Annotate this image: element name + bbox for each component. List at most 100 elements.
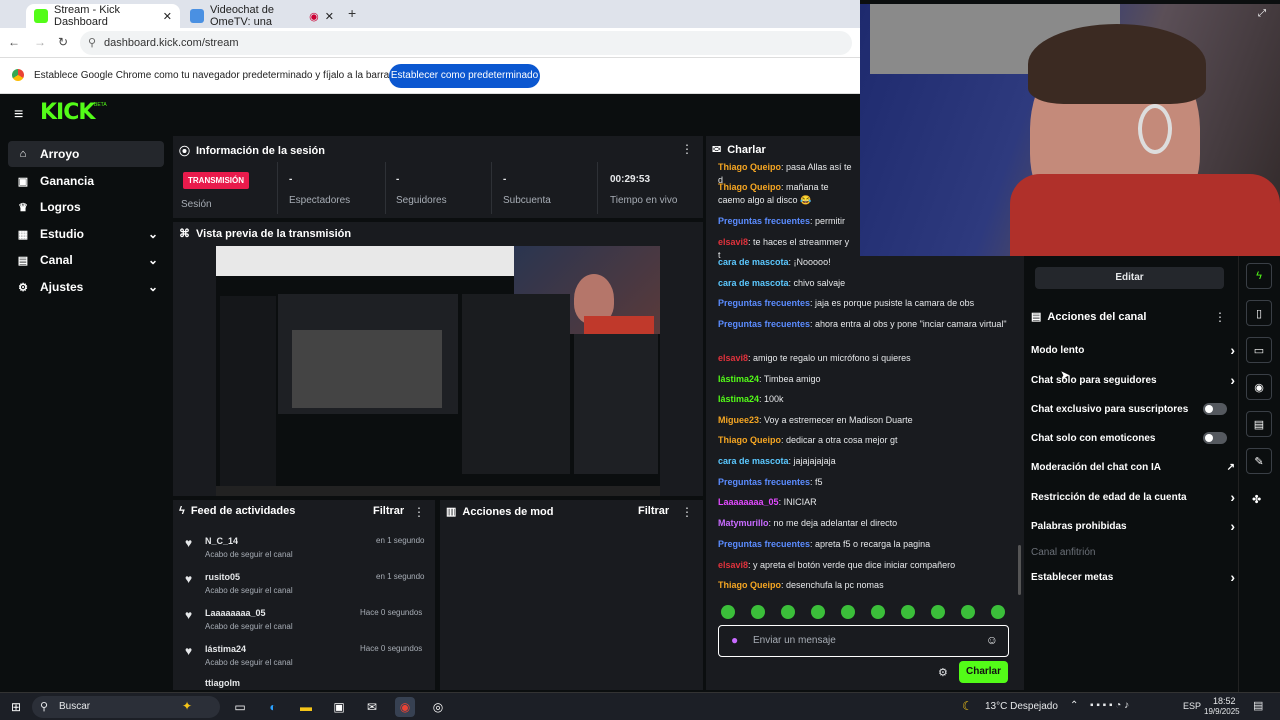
- site-info-icon[interactable]: ⚲: [88, 31, 96, 55]
- emoji-icon[interactable]: ☺: [986, 633, 998, 647]
- layout-rail-icon[interactable]: ▤: [1246, 411, 1272, 437]
- channel-action-item[interactable]: Palabras prohibidas ›: [1031, 518, 1235, 534]
- task-view-icon[interactable]: ▭: [230, 697, 250, 717]
- sidebar-item-ganancia[interactable]: ▣ Ganancia: [8, 168, 164, 194]
- file-explorer-icon[interactable]: ▬: [296, 697, 316, 717]
- chat-username[interactable]: Preguntas frecuentes: [718, 539, 810, 549]
- microphone-icon[interactable]: ●: [731, 633, 738, 647]
- channel-action-label: Chat solo con emoticones: [1031, 432, 1156, 444]
- emote-icon[interactable]: [901, 605, 915, 619]
- session-info-header: ⦿ Información de la sesión: [179, 143, 325, 159]
- close-tab-icon[interactable]: ✕: [163, 10, 172, 23]
- chat-username[interactable]: Matymurillo: [718, 518, 769, 528]
- tools-rail-icon[interactable]: ✎: [1246, 448, 1272, 474]
- chat-username[interactable]: cara de mascota: [718, 278, 789, 288]
- clock-time[interactable]: 18:52: [1213, 696, 1236, 706]
- edge-icon[interactable]: ◐: [263, 697, 283, 717]
- chat-username[interactable]: Miguee23: [718, 415, 759, 425]
- new-tab-icon[interactable]: +: [348, 5, 356, 21]
- send-chat-button[interactable]: Charlar: [959, 661, 1008, 683]
- chat-scrollbar[interactable]: [1018, 545, 1021, 595]
- beta-badge: BETA: [94, 102, 107, 108]
- menu-icon[interactable]: ≡: [14, 106, 23, 124]
- toggle-switch[interactable]: [1203, 432, 1227, 444]
- obs-icon[interactable]: ◎: [428, 697, 448, 717]
- sidebar-item-ajustes[interactable]: ⚙ Ajustes ⌄: [8, 274, 164, 300]
- emote-icon[interactable]: [721, 605, 735, 619]
- toggle-switch[interactable]: [1203, 403, 1227, 415]
- emote-icon[interactable]: [991, 605, 1005, 619]
- channel-action-item[interactable]: Modo lento ›: [1031, 342, 1235, 358]
- stat-value: -: [289, 174, 293, 185]
- chat-username[interactable]: Preguntas frecuentes: [718, 298, 810, 308]
- kick-logo[interactable]: KICK: [40, 100, 95, 125]
- notes-rail-icon[interactable]: ▯: [1246, 300, 1272, 326]
- more-icon[interactable]: ⋮: [413, 505, 425, 519]
- reload-icon[interactable]: ↻: [58, 35, 68, 49]
- back-icon[interactable]: ←: [8, 35, 20, 49]
- tab-ometv[interactable]: Videochat de OmeTV: una ◉ ✕: [182, 4, 342, 28]
- channel-action-item[interactable]: Establecer metas ›: [1031, 569, 1235, 585]
- stream-preview-video[interactable]: [216, 246, 660, 496]
- more-icon[interactable]: ⋮: [681, 505, 693, 519]
- chat-rail-icon[interactable]: ▭: [1246, 337, 1272, 363]
- expand-icon[interactable]: ⤢: [1258, 8, 1266, 19]
- emote-icon[interactable]: [961, 605, 975, 619]
- tray-icons[interactable]: ▪ ▪ ▪ ▪ ◔ ♪: [1090, 700, 1129, 711]
- emote-icon[interactable]: [751, 605, 765, 619]
- close-tab-icon[interactable]: ✕: [325, 10, 334, 23]
- chat-username[interactable]: Thiago Queipo: [718, 162, 781, 172]
- tray-chevron-icon[interactable]: ⌃: [1070, 700, 1078, 711]
- chat-settings-icon[interactable]: ⚙: [938, 666, 948, 679]
- mod-filter-button[interactable]: Filtrar: [638, 505, 669, 517]
- set-default-button[interactable]: Establecer como predeterminado: [389, 64, 540, 88]
- more-icon[interactable]: ⋮: [681, 142, 693, 156]
- heart-icon: ♥: [185, 608, 193, 622]
- more-icon[interactable]: ⋮: [1214, 310, 1226, 324]
- apps-rail-icon[interactable]: ✤: [1252, 493, 1261, 506]
- chat-username[interactable]: Preguntas frecuentes: [718, 319, 810, 329]
- channel-action-item[interactable]: Chat solo con emoticones: [1031, 431, 1235, 445]
- chat-username[interactable]: elsavi8: [718, 237, 748, 247]
- chat-username[interactable]: cara de mascota: [718, 456, 789, 466]
- chat-username[interactable]: Thiago Queipo: [718, 435, 781, 445]
- chat-input[interactable]: ● Enviar un mensaje ☺: [718, 625, 1009, 657]
- chat-username[interactable]: Preguntas frecuentes: [718, 216, 810, 226]
- chat-username[interactable]: lástima24: [718, 374, 759, 384]
- emote-icon[interactable]: [871, 605, 885, 619]
- chat-username[interactable]: elsavi8: [718, 353, 748, 363]
- emote-icon[interactable]: [841, 605, 855, 619]
- emote-icon[interactable]: [811, 605, 825, 619]
- chat-username[interactable]: Laaaaaaaa_05: [718, 497, 779, 507]
- sidebar-item-logros[interactable]: ♛ Logros: [8, 194, 164, 220]
- emote-icon[interactable]: [781, 605, 795, 619]
- sidebar-item-estudio[interactable]: ▦ Estudio ⌄: [8, 221, 164, 247]
- channel-action-item[interactable]: Chat exclusivo para suscriptores: [1031, 402, 1235, 416]
- emote-icon[interactable]: [931, 605, 945, 619]
- language-indicator[interactable]: ESP: [1183, 701, 1201, 711]
- feed-filter-button[interactable]: Filtrar: [373, 505, 404, 517]
- mail-icon[interactable]: ✉: [362, 697, 382, 717]
- edit-button[interactable]: Editar: [1035, 267, 1224, 289]
- chat-username[interactable]: Thiago Queipo: [718, 182, 781, 192]
- tab-kick-dashboard[interactable]: Stream - Kick Dashboard ✕: [26, 4, 180, 28]
- bolt-rail-icon[interactable]: ϟ: [1246, 263, 1272, 289]
- windows-start-icon[interactable]: ⊞: [6, 697, 26, 717]
- sidebar-item-canal[interactable]: ▤ Canal ⌄: [8, 247, 164, 273]
- chat-username[interactable]: lástima24: [718, 394, 759, 404]
- notifications-icon[interactable]: ▤: [1253, 699, 1263, 712]
- chat-username[interactable]: elsavi8: [718, 560, 748, 570]
- taskbar-search[interactable]: ⚲ Buscar ✦: [32, 696, 220, 718]
- channel-action-item[interactable]: Restricción de edad de la cuenta ›: [1031, 489, 1235, 505]
- broadcast-rail-icon[interactable]: ◉: [1246, 374, 1272, 400]
- chrome-taskbar-icon[interactable]: ◉: [395, 697, 415, 717]
- sidebar-item-arroyo[interactable]: ⌂ Arroyo: [8, 141, 164, 167]
- url-field[interactable]: ⚲ dashboard.kick.com/stream: [80, 31, 852, 55]
- clock-date[interactable]: 19/9/2025: [1204, 707, 1240, 716]
- channel-action-item[interactable]: Moderación del chat con IA ↗: [1031, 460, 1235, 474]
- chat-username[interactable]: Thiago Queipo: [718, 580, 781, 590]
- chat-username[interactable]: cara de mascota: [718, 257, 789, 267]
- store-icon[interactable]: ▣: [329, 697, 349, 717]
- chat-username[interactable]: Preguntas frecuentes: [718, 477, 810, 487]
- forward-icon[interactable]: →: [34, 35, 46, 49]
